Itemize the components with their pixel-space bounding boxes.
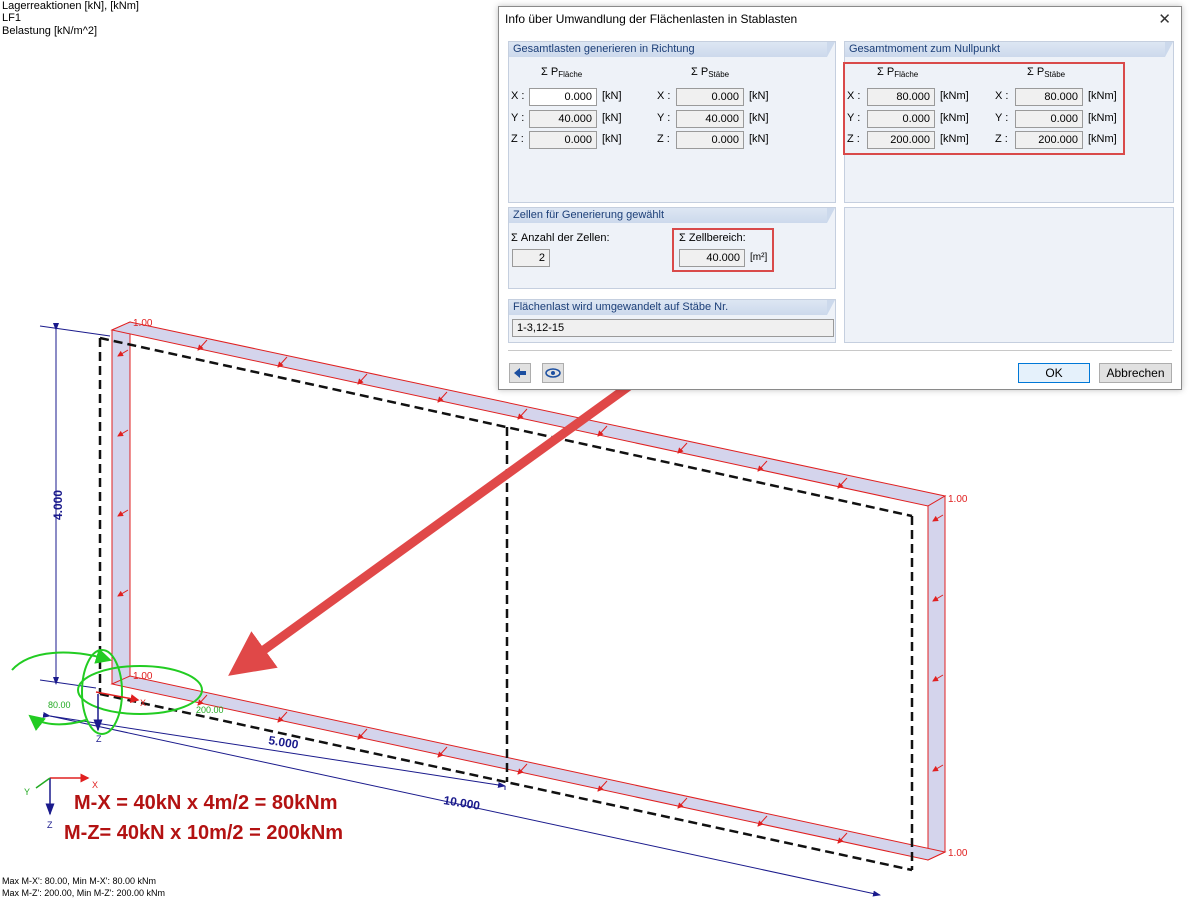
row-z-label: Z : [511, 133, 524, 145]
node-axis-z-label: Z [96, 734, 102, 744]
group-target-members: Flächenlast wird umgewandelt auf Stäbe N… [508, 299, 836, 343]
group-total-loads-title: Gesamtlasten generieren in Richtung [509, 42, 835, 57]
triad-x-label: X [92, 780, 98, 790]
triad-y-label: Y [24, 787, 30, 797]
row-y-label: Y : [511, 112, 525, 124]
triad-z-label: Z [47, 820, 53, 830]
unit-label: [kN] [602, 90, 622, 102]
highlight-area-box [672, 228, 774, 272]
group-total-moments-title: Gesamtmoment zum Nullpunkt [845, 42, 1173, 57]
col-sum-members-header: Σ PStäbe [691, 66, 730, 79]
group-selected-cells: Zellen für Generierung gewählt Σ Anzahl … [508, 207, 836, 289]
member-frame [98, 336, 914, 872]
moment-x-value: 80.00 [48, 700, 71, 710]
load-members-y-field[interactable]: 40.000 [676, 110, 744, 128]
row-x-label: X : [511, 90, 525, 102]
dialog-title: Info über Umwandlung der Flächenlasten i… [505, 12, 798, 26]
formula-moment-x: M-X = 40kN x 4m/2 = 80kNm [74, 792, 338, 814]
load-area-z-field[interactable]: 0.000 [529, 131, 597, 149]
col-sum-area-header: Σ PFläche [541, 66, 583, 79]
load-value-label: 1.00 [133, 671, 153, 682]
ok-button[interactable]: OK [1018, 363, 1090, 383]
member-list-field[interactable]: 1-3,12-15 [512, 319, 834, 337]
formula-moment-z: M-Z= 40kN x 10m/2 = 200kNm [64, 822, 344, 844]
moment-z-value: 200.00 [196, 705, 224, 715]
unit-label: [kN] [749, 133, 769, 145]
cancel-button[interactable]: Abbrechen [1099, 363, 1172, 383]
load-band-left [111, 321, 131, 685]
row-x-label: X : [657, 90, 671, 102]
load-members-z-field[interactable]: 0.000 [676, 131, 744, 149]
cell-count-field[interactable]: 2 [512, 249, 550, 267]
empty-panel [844, 207, 1174, 343]
highlight-moments-box [843, 62, 1125, 155]
dimension-length-label: 10.000 [443, 793, 482, 813]
row-y-label: Y : [657, 112, 671, 124]
dimension-height-label: 4.000 [51, 490, 65, 520]
group-total-loads: Gesamtlasten generieren in Richtung Σ PF… [508, 41, 836, 203]
eye-icon [545, 368, 561, 378]
footer-max-mz: Max M-Z': 200.00, Min M-Z': 200.00 kNm [2, 888, 165, 898]
load-area-x-field[interactable]: 0.000 [529, 88, 597, 106]
conversion-info-dialog: Info über Umwandlung der Flächenlasten i… [498, 6, 1182, 390]
unit-label: [kN] [602, 133, 622, 145]
cell-count-label: Σ Anzahl der Zellen: [511, 232, 610, 244]
node-axis-x-label: X [140, 698, 146, 708]
unit-label: [kN] [749, 90, 769, 102]
load-area-y-field[interactable]: 40.000 [529, 110, 597, 128]
load-value-label: 1.00 [133, 318, 153, 329]
group-total-moments: Gesamtmoment zum Nullpunkt Σ PFläche Σ P… [843, 41, 1174, 203]
load-value-label: 1.00 [948, 848, 968, 859]
load-band-right [927, 495, 946, 861]
footer-divider [508, 350, 1172, 351]
close-icon[interactable]: ✕ [1158, 10, 1171, 28]
back-button[interactable] [509, 363, 531, 383]
back-arrow-icon [514, 368, 526, 378]
unit-label: [kN] [749, 112, 769, 124]
view-button[interactable] [542, 363, 564, 383]
load-members-x-field[interactable]: 0.000 [676, 88, 744, 106]
unit-label: [kN] [602, 112, 622, 124]
group-selected-cells-title: Zellen für Generierung gewählt [509, 208, 835, 223]
footer-max-mx: Max M-X': 80.00, Min M-X': 80.00 kNm [2, 876, 156, 886]
group-target-members-title: Flächenlast wird umgewandelt auf Stäbe N… [509, 300, 835, 315]
load-value-label: 1.00 [948, 494, 968, 505]
row-z-label: Z : [657, 133, 670, 145]
